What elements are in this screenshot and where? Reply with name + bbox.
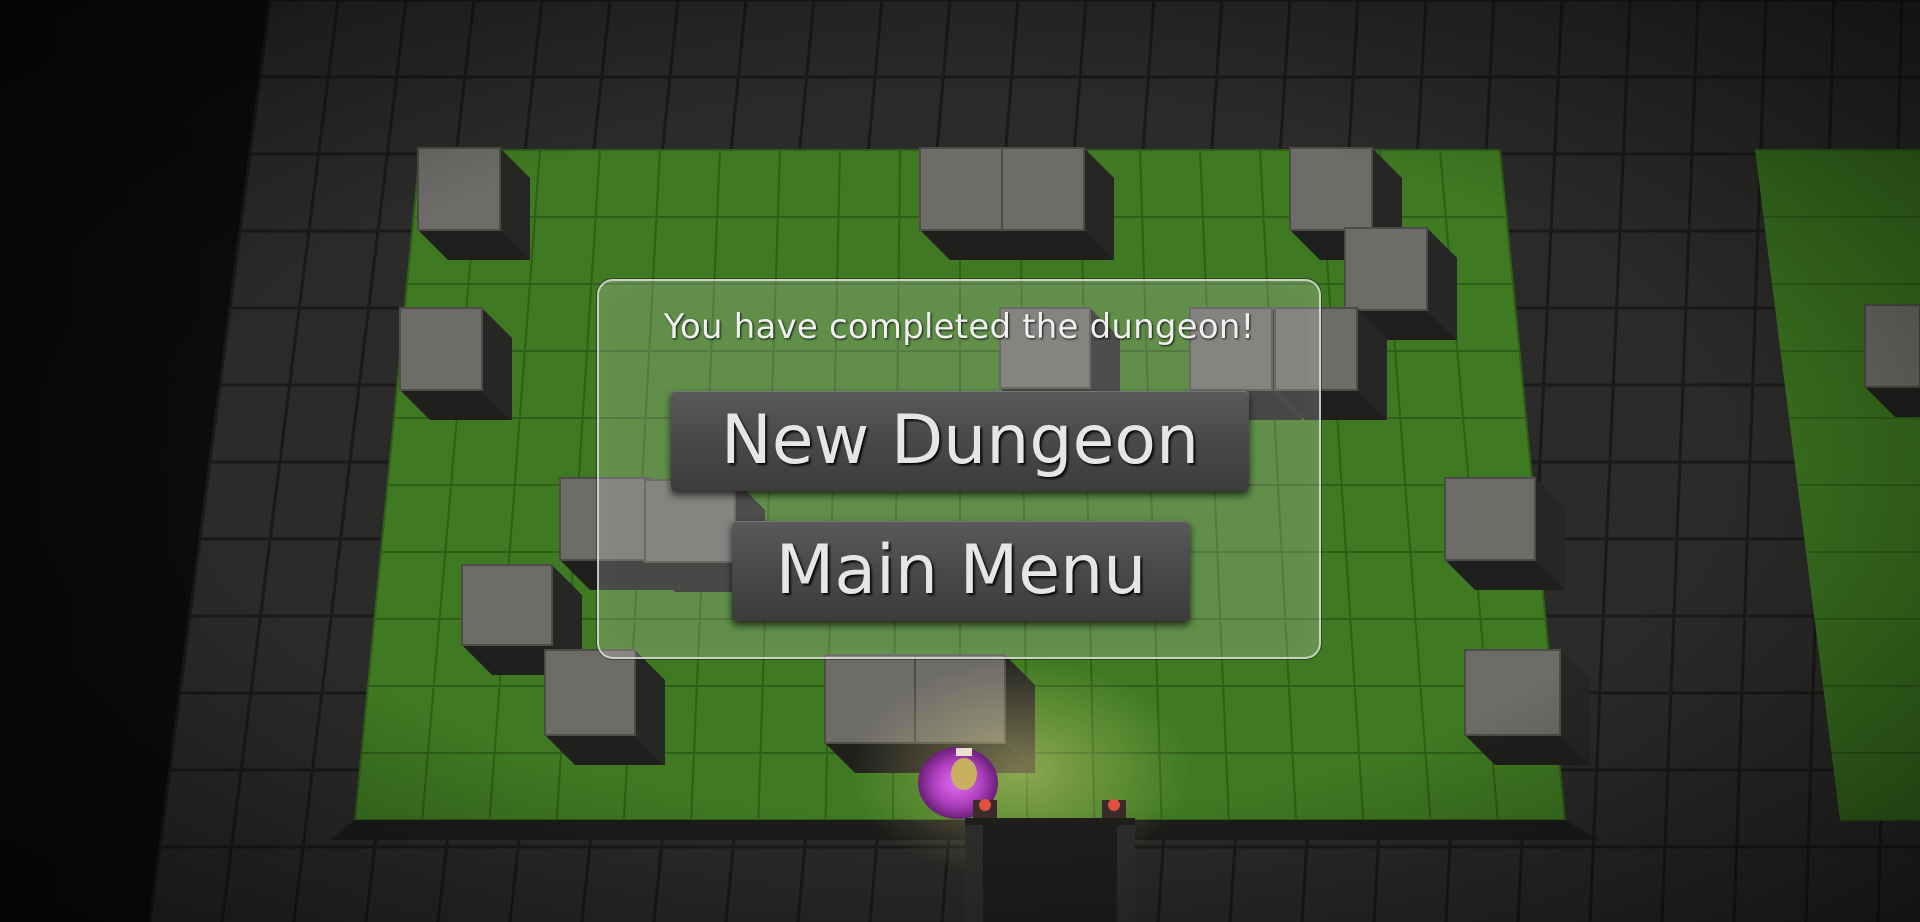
main-menu-button[interactable]: Main Menu [732,521,1190,621]
completion-dialog: You have completed the dungeon! New Dung… [597,279,1321,659]
new-dungeon-button[interactable]: New Dungeon [671,391,1249,491]
completion-message: You have completed the dungeon! [663,307,1255,347]
